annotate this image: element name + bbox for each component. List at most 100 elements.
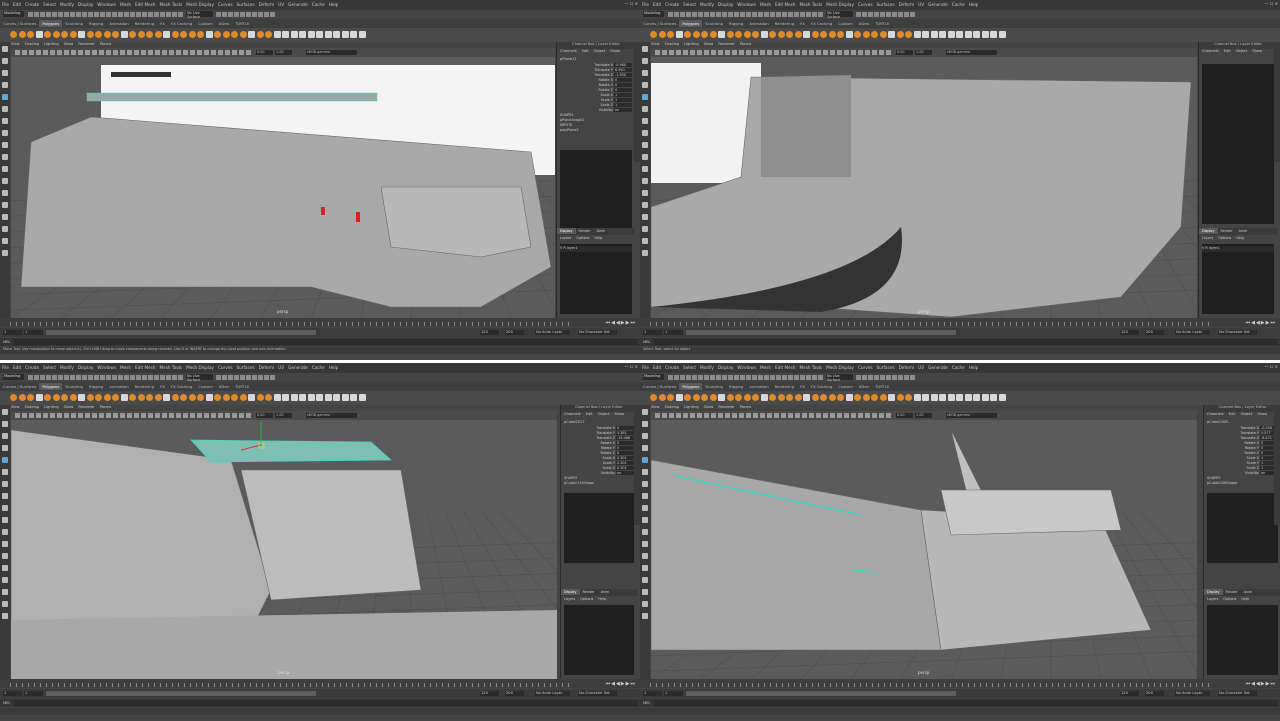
shelf-tool-icon[interactable] [86, 31, 94, 38]
range-end-field[interactable]: 120 [480, 330, 499, 335]
shelf-tool-icon[interactable] [146, 31, 153, 38]
status-icon[interactable] [228, 12, 233, 17]
shelf-tool-icon[interactable] [658, 31, 666, 38]
command-input[interactable] [654, 339, 1278, 345]
gamma-field[interactable]: 1.00 [275, 413, 292, 418]
tool-icon[interactable] [2, 517, 8, 523]
panel-menu-item[interactable]: Shading [665, 42, 680, 46]
status-icon[interactable] [886, 12, 891, 17]
gamma-field[interactable]: 1.00 [915, 50, 932, 55]
viewport-tool-icon[interactable] [92, 413, 97, 418]
viewport-tool-icon[interactable] [844, 50, 849, 55]
menu-item[interactable]: Display [78, 365, 93, 370]
channel-value[interactable]: 0.301 [616, 456, 634, 460]
tool-icon[interactable] [2, 214, 8, 220]
shelf-tool-icon[interactable] [743, 394, 751, 401]
shelf-tool-icon[interactable] [350, 31, 357, 38]
tool-icon[interactable] [642, 70, 648, 76]
viewport-tool-icon[interactable] [176, 50, 181, 55]
tool-icon[interactable] [2, 94, 8, 100]
menu-item[interactable]: Edit [653, 2, 661, 7]
shelf-tool-icon[interactable] [52, 394, 60, 401]
shelf-tool-icon[interactable] [205, 31, 213, 38]
shelf-tool-icon[interactable] [103, 394, 111, 401]
shelf-tool-icon[interactable] [154, 31, 162, 38]
viewport-tool-icon[interactable] [851, 50, 856, 55]
viewport-tool-icon[interactable] [767, 413, 772, 418]
shelf-tool-icon[interactable] [845, 394, 853, 401]
panel-menu-item[interactable]: View [11, 405, 20, 409]
panel-menu-item[interactable]: View [11, 42, 20, 46]
menu-item[interactable]: Modify [700, 2, 714, 7]
live-surface-field[interactable]: No Live Surface [826, 374, 853, 382]
channel-value[interactable]: on [616, 471, 634, 475]
viewport-tool-icon[interactable] [669, 50, 674, 55]
tool-icon[interactable] [2, 481, 8, 487]
shelf-tool-icon[interactable] [350, 394, 357, 401]
shelf-tool-icon[interactable] [52, 31, 60, 38]
status-icon[interactable] [874, 375, 879, 380]
viewport-tool-icon[interactable] [774, 50, 779, 55]
shelf-tab[interactable]: TURTLE [232, 383, 252, 390]
start-frame-field[interactable]: 1 [3, 330, 22, 335]
range-handle[interactable] [686, 691, 956, 696]
shelf-tab[interactable]: Custom [835, 20, 856, 27]
status-icon[interactable] [818, 12, 823, 17]
time-slider[interactable]: ⏮◀◀▶▶⏭ [640, 679, 1280, 688]
viewport-tool-icon[interactable] [851, 413, 856, 418]
tool-icon[interactable] [2, 202, 8, 208]
status-icon[interactable] [686, 12, 691, 17]
menu-item[interactable]: Select [683, 2, 696, 7]
shelf-tool-icon[interactable] [947, 31, 955, 38]
menu-item[interactable]: Select [43, 2, 56, 7]
shelf-tool-icon[interactable] [973, 394, 980, 401]
tool-icon[interactable] [642, 469, 648, 475]
status-icon[interactable] [240, 375, 245, 380]
shelf-tab[interactable]: Curves / Surfaces [0, 383, 39, 390]
range-end-field[interactable]: 120 [480, 691, 499, 696]
viewport-tool-icon[interactable] [830, 413, 835, 418]
panel-menu-item[interactable]: Shading [25, 405, 40, 409]
shelf-tool-icon[interactable] [854, 31, 861, 38]
viewport-tool-icon[interactable] [809, 50, 814, 55]
shelf-tool-icon[interactable] [299, 31, 306, 38]
channel-menu-item[interactable]: Object [598, 412, 610, 416]
viewport-tool-icon[interactable] [71, 413, 76, 418]
shelf-tool-icon[interactable] [786, 31, 793, 38]
shelf-tool-icon[interactable] [95, 31, 102, 38]
viewport-tool-icon[interactable] [886, 50, 891, 55]
tool-icon[interactable] [642, 250, 648, 256]
viewport-tool-icon[interactable] [127, 413, 132, 418]
status-icon[interactable] [222, 375, 227, 380]
shelf-tab[interactable]: Animation [106, 20, 131, 27]
viewport-tool-icon[interactable] [78, 413, 83, 418]
shelf-tab[interactable]: Polygons [39, 383, 63, 390]
viewport-tool-icon[interactable] [183, 50, 188, 55]
anim-layer-dropdown[interactable]: No Anim Layer [535, 691, 570, 696]
status-icon[interactable] [270, 12, 275, 17]
menu-item[interactable]: Deform [259, 2, 275, 7]
shelf-tool-icon[interactable] [820, 394, 827, 401]
status-icon[interactable] [728, 12, 733, 17]
menu-item[interactable]: Cache [312, 365, 325, 370]
status-icon[interactable] [910, 375, 915, 380]
status-icon[interactable] [856, 375, 861, 380]
status-icon[interactable] [166, 375, 171, 380]
anim-layer-dropdown[interactable]: No Anim Layer [1175, 330, 1210, 335]
viewport-tool-icon[interactable] [190, 413, 195, 418]
shelf-tool-icon[interactable] [803, 31, 810, 38]
tool-icon[interactable] [642, 565, 648, 571]
tool-icon[interactable] [642, 118, 648, 124]
shelf-tab[interactable]: Polygons [39, 20, 63, 27]
status-icon[interactable] [258, 375, 263, 380]
shelf-tool-icon[interactable] [692, 394, 700, 401]
status-icon[interactable] [728, 375, 733, 380]
viewport-canvas[interactable] [651, 57, 1197, 318]
shelf-tool-icon[interactable] [78, 394, 85, 401]
shelf-tool-icon[interactable] [163, 31, 170, 38]
viewport-tool-icon[interactable] [655, 413, 660, 418]
shelf-tab[interactable]: XGen [216, 20, 232, 27]
shelf-tool-icon[interactable] [10, 394, 17, 401]
channel-row[interactable]: Visibility on [1204, 471, 1280, 476]
status-icon[interactable] [740, 375, 745, 380]
